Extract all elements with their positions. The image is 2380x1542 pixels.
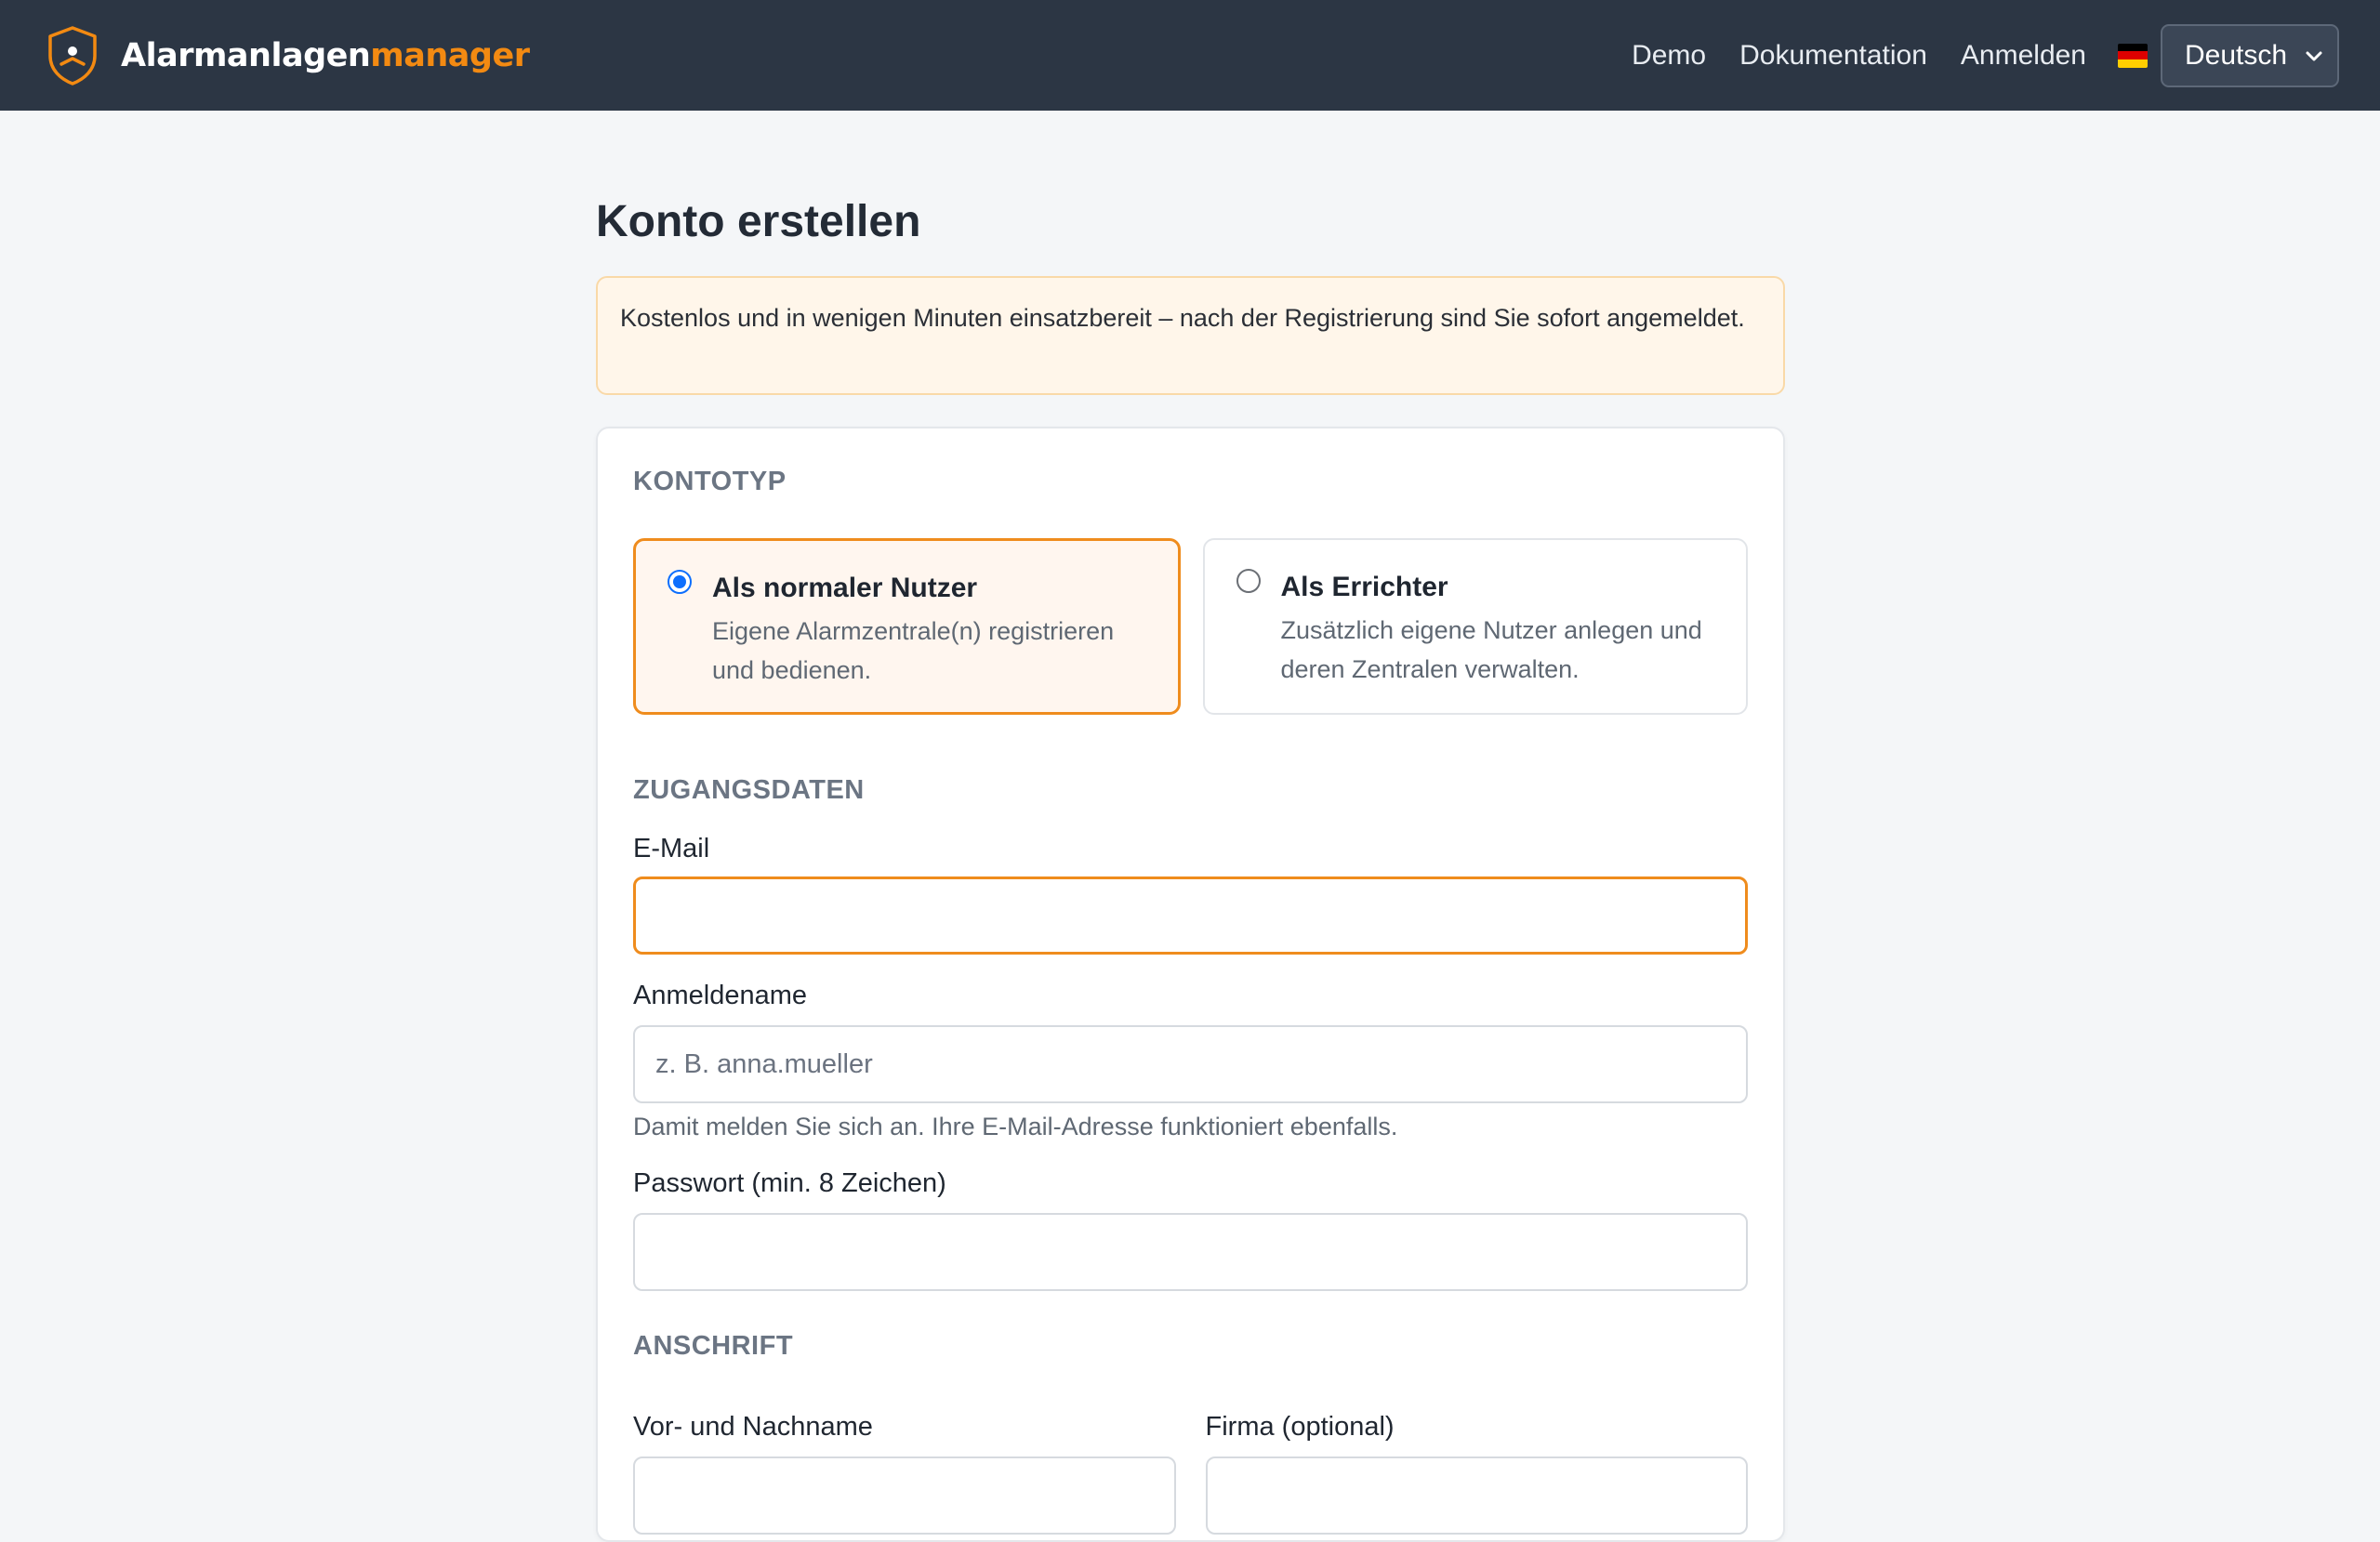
top-navbar: Alarmanlagenmanager Demo Dokumentation A… bbox=[0, 0, 2380, 111]
address-row: Vor- und Nachname Firma (optional) bbox=[633, 1410, 1748, 1535]
nav-links: Demo Dokumentation Anmelden Deutsch bbox=[1632, 23, 2339, 87]
main-content: Konto erstellen Kostenlos und in wenigen… bbox=[596, 111, 1785, 1542]
username-help-text: Damit melden Sie sich an. Ihre E-Mail-Ad… bbox=[633, 1113, 1398, 1140]
username-label: Anmeldename bbox=[633, 981, 807, 1010]
brand-name-primary: Alarmanlagen bbox=[121, 36, 371, 74]
account-type-description: Eigene Alarmzentrale(n) registrieren und… bbox=[712, 617, 1115, 684]
german-flag-icon bbox=[2118, 43, 2148, 68]
account-type-option-user[interactable]: Als normaler Nutzer Eigene Alarmzentrale… bbox=[633, 538, 1181, 715]
chevron-down-icon bbox=[2306, 51, 2322, 60]
account-type-options: Als normaler Nutzer Eigene Alarmzentrale… bbox=[633, 538, 1748, 715]
full-name-label: Vor- und Nachname bbox=[633, 1412, 873, 1442]
account-type-description: Zusätzlich eigene Nutzer anlegen und der… bbox=[1280, 616, 1702, 683]
nav-link-demo[interactable]: Demo bbox=[1632, 40, 1706, 72]
password-field[interactable] bbox=[633, 1213, 1748, 1291]
section-title-address: ANSCHRIFT bbox=[633, 1331, 794, 1361]
radio-installer[interactable] bbox=[1236, 569, 1261, 593]
account-type-option-installer[interactable]: Als Errichter Zusätzlich eigene Nutzer a… bbox=[1202, 538, 1748, 715]
brand-name-accent: manager bbox=[370, 36, 530, 74]
company-label: Firma (optional) bbox=[1205, 1412, 1395, 1442]
nav-link-documentation[interactable]: Dokumentation bbox=[1739, 40, 1927, 72]
brand[interactable]: Alarmanlagenmanager bbox=[46, 25, 530, 86]
section-title-credentials: ZUGANGSDATEN bbox=[633, 775, 865, 805]
username-field[interactable] bbox=[633, 1025, 1748, 1103]
language-select[interactable]: Deutsch bbox=[2161, 23, 2339, 87]
nav-link-login[interactable]: Anmelden bbox=[1961, 40, 2086, 72]
radio-user[interactable] bbox=[668, 570, 692, 594]
email-label: E-Mail bbox=[633, 834, 710, 863]
language-select-value: Deutsch bbox=[2185, 39, 2288, 71]
page-title: Konto erstellen bbox=[596, 197, 921, 246]
brand-name: Alarmanlagenmanager bbox=[121, 36, 530, 74]
account-type-title: Als Errichter bbox=[1280, 572, 1448, 602]
info-notice: Kostenlos und in wenigen Minuten einsatz… bbox=[596, 276, 1785, 395]
full-name-field[interactable] bbox=[633, 1456, 1176, 1535]
shield-person-icon bbox=[48, 25, 97, 86]
password-label: Passwort (min. 8 Zeichen) bbox=[633, 1168, 946, 1198]
company-field[interactable] bbox=[1205, 1456, 1748, 1535]
account-type-title: Als normaler Nutzer bbox=[712, 573, 978, 603]
email-field[interactable] bbox=[633, 876, 1748, 955]
registration-form: KONTOTYP Als normaler Nutzer Eigene Alar… bbox=[596, 427, 1785, 1542]
section-title-account-type: KONTOTYP bbox=[633, 467, 787, 496]
